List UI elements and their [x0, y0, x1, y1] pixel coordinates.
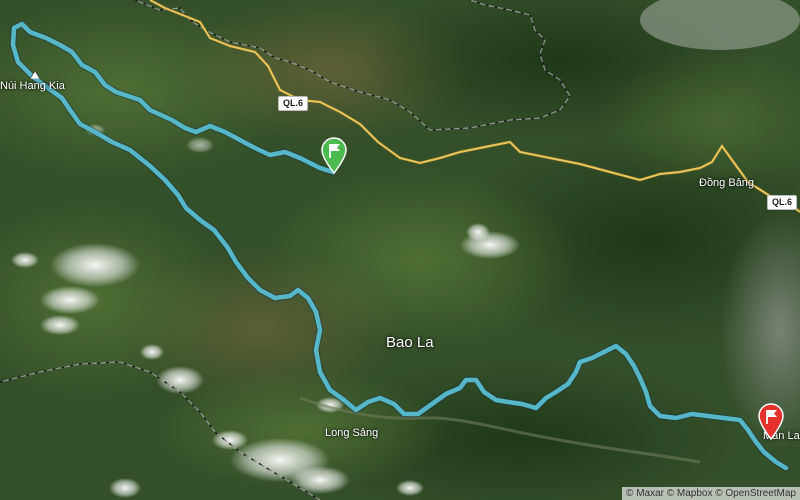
map-view[interactable]: Núi Hang Kia Bao La Long Sảng Đồng Bảng … — [0, 0, 800, 500]
road-shield-ql6: QL.6 — [278, 96, 309, 111]
finish-marker[interactable] — [757, 402, 785, 441]
place-label-dong-bang: Đồng Bảng — [699, 177, 755, 189]
place-label-long-sang: Long Sảng — [325, 427, 379, 439]
place-label-bao-la: Bao La — [386, 334, 434, 351]
map-attribution[interactable]: © Maxar © Mapbox © OpenStreetMap — [622, 487, 800, 500]
finish-flag-icon — [758, 403, 784, 441]
start-flag-icon — [321, 137, 347, 175]
start-marker[interactable] — [320, 136, 348, 175]
mountain-peak-icon — [29, 66, 41, 80]
peak-label-nui-hang-kia: Núi Hang Kia — [0, 80, 65, 92]
route-line — [9, 20, 790, 472]
road-shield-ql6: QL.6 — [767, 195, 798, 210]
